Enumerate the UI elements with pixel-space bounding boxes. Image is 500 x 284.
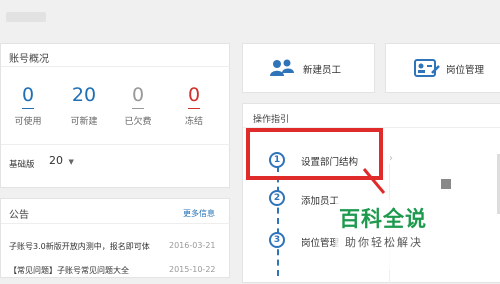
- notice-panel: 公告 更多信息 子账号3.0新版开放内测中，报名即可体 2016-03-21 【…: [0, 198, 231, 278]
- step-2-badge: 2: [269, 190, 285, 206]
- step-connector: [277, 166, 281, 276]
- arrears-count[interactable]: 0: [118, 84, 158, 106]
- watermark-logo: 百科全说 助你轻松解决: [335, 200, 460, 270]
- divider: [1, 144, 231, 145]
- account-overview-panel: 账号概况 0 可使用 20 可新建 0 已欠费 0 冻结 基础版 20 ▼: [0, 43, 231, 188]
- creatable-label: 可新建: [70, 117, 98, 127]
- chevron-right-icon: ›: [389, 153, 393, 164]
- top-bar: [0, 0, 500, 40]
- notice-title: 公告: [9, 210, 29, 221]
- edition-select[interactable]: 20 ▼: [49, 154, 74, 167]
- notice-date: 2015-10-22: [169, 265, 216, 274]
- guide-title: 操作指引: [253, 115, 290, 125]
- divider: [1, 66, 231, 67]
- account-overview-title: 账号概况: [9, 54, 49, 65]
- id-card-icon: [414, 59, 440, 77]
- watermark-subtitle: 助你轻松解决: [345, 236, 423, 249]
- edition-value: 20: [49, 154, 63, 167]
- position-manage-label: 岗位管理: [446, 65, 485, 76]
- pointer-arrow: [362, 168, 386, 194]
- users-icon: [270, 59, 294, 76]
- new-employee-button[interactable]: 新建员工: [242, 43, 375, 93]
- step-3-label[interactable]: 岗位管理: [301, 235, 339, 249]
- watermark-title: 百科全说: [339, 207, 427, 231]
- position-manage-button[interactable]: 岗位管理: [385, 43, 500, 93]
- notice-date: 2016-03-21: [169, 241, 216, 250]
- step-3-badge: 3: [269, 232, 285, 248]
- step-2-label[interactable]: 添加员工: [301, 193, 339, 207]
- notice-item[interactable]: 子账号3.0新版开放内测中，报名即可体: [9, 241, 150, 252]
- arrears-underline: [132, 108, 144, 109]
- divider: [1, 223, 231, 224]
- caret-down-icon: ▼: [68, 158, 74, 166]
- arrears-label: 已欠费: [124, 117, 152, 127]
- edition-label: 基础版: [9, 160, 35, 170]
- notice-item[interactable]: 【常见问题】子账号常见问题大全: [9, 265, 129, 276]
- more-info-link[interactable]: 更多信息: [183, 208, 215, 219]
- frozen-underline: [188, 108, 200, 109]
- available-underline: [22, 108, 34, 109]
- illustration-block: [441, 179, 451, 189]
- frozen-count[interactable]: 0: [174, 84, 214, 106]
- blurred-hint: [6, 12, 46, 22]
- available-count[interactable]: 0: [8, 84, 48, 106]
- new-employee-label: 新建员工: [303, 65, 342, 76]
- frozen-label: 冻结: [184, 117, 203, 127]
- creatable-count[interactable]: 20: [64, 84, 104, 106]
- available-label: 可使用: [14, 117, 42, 127]
